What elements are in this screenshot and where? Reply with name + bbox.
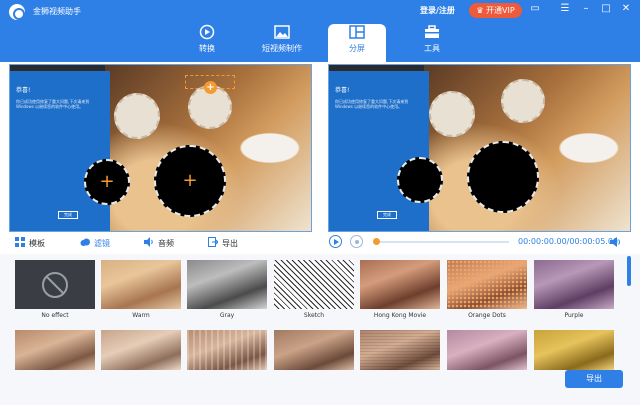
filter-label: Sketch bbox=[303, 312, 325, 319]
export-tab[interactable]: 导出 bbox=[208, 237, 238, 249]
filter-label: Gray bbox=[219, 312, 235, 319]
screen-overlay: 恭喜! 你已成功使用修复了重大问题,下次请来到 Windows 以继续您的软件中… bbox=[329, 71, 429, 231]
chat-icon[interactable]: ▭ bbox=[529, 3, 541, 15]
overlay-title: 恭喜! bbox=[335, 87, 350, 94]
mask-circle bbox=[429, 91, 475, 137]
cloud-icon bbox=[80, 238, 90, 246]
app-logo-icon bbox=[9, 4, 25, 20]
vip-label: 开通VIP bbox=[486, 6, 515, 15]
overlay-title: 恭喜! bbox=[16, 87, 31, 94]
mask-circle bbox=[501, 79, 545, 123]
filter-thumb-sketch[interactable] bbox=[274, 260, 354, 309]
tab-split-screen[interactable]: 分屏 bbox=[328, 24, 386, 62]
mask-circle bbox=[397, 157, 443, 203]
filter-label: No effect bbox=[41, 312, 69, 319]
maximize-icon[interactable]: □ bbox=[600, 3, 612, 15]
filter-label: Warm bbox=[132, 312, 150, 319]
filter-thumb-hong-kong-movie[interactable] bbox=[360, 260, 440, 309]
audio-tab[interactable]: 音频 bbox=[144, 237, 174, 249]
mask-circle[interactable]: + bbox=[154, 145, 226, 217]
minimize-icon[interactable]: – bbox=[580, 3, 592, 15]
progress-handle[interactable] bbox=[373, 238, 380, 245]
tab-short-video[interactable]: 短视频制作 bbox=[247, 24, 317, 62]
close-icon[interactable]: ✕ bbox=[620, 3, 632, 15]
split-screen-icon bbox=[349, 25, 365, 39]
mask-circle bbox=[467, 141, 539, 213]
menu-icon[interactable]: ☰ bbox=[559, 3, 571, 15]
tab-label: 工具 bbox=[424, 44, 440, 53]
mask-circle[interactable]: + bbox=[84, 159, 130, 205]
export-icon bbox=[208, 237, 218, 247]
overlay-body: 你已成功使用修复了重大问题,下次请来到 Windows 以继续您的软件中心使用。 bbox=[335, 99, 409, 109]
filter-thumb[interactable] bbox=[360, 330, 440, 370]
volume-icon[interactable] bbox=[610, 236, 622, 248]
tab-label: 分屏 bbox=[349, 44, 365, 53]
left-preview-pane[interactable]: 恭喜! 你已成功使用修复了重大问题,下次请来到 Windows 以继续您的软件中… bbox=[9, 64, 312, 232]
filter-label: Orange Dots bbox=[468, 312, 506, 319]
filter-thumb[interactable] bbox=[534, 330, 614, 370]
overlay-button: 完成 bbox=[58, 211, 78, 219]
tab-label: 转换 bbox=[199, 44, 215, 53]
filter-thumb[interactable] bbox=[187, 330, 267, 370]
login-link[interactable]: 登录/注册 bbox=[420, 5, 455, 16]
add-icon[interactable]: + bbox=[204, 81, 217, 94]
stop-button[interactable] bbox=[350, 235, 363, 248]
template-tab[interactable]: 模板 bbox=[15, 237, 45, 249]
filter-thumb[interactable] bbox=[15, 330, 95, 370]
overlay-body: 你已成功使用修复了重大问题,下次请来到 Windows 以继续您的软件中心使用。 bbox=[16, 99, 90, 109]
template-label: 模板 bbox=[29, 239, 45, 248]
app-title: 金狮视频助手 bbox=[33, 7, 81, 16]
image-icon bbox=[274, 25, 290, 39]
export-label: 导出 bbox=[222, 239, 238, 248]
filter-thumb-no-effect[interactable] bbox=[15, 260, 95, 309]
vip-button[interactable]: ♛ 开通VIP bbox=[469, 3, 522, 18]
filter-label: Hong Kong Movie bbox=[373, 312, 427, 319]
speaker-icon bbox=[144, 237, 153, 247]
tab-tools[interactable]: 工具 bbox=[397, 24, 467, 62]
title-bar: 金狮视频助手 登录/注册 ♛ 开通VIP ▭ ☰ – □ ✕ 转换 短视频制作 … bbox=[0, 0, 640, 62]
filter-scrollbar[interactable] bbox=[627, 256, 631, 286]
tab-label: 短视频制作 bbox=[262, 44, 302, 53]
mask-circle[interactable] bbox=[114, 93, 160, 139]
tab-convert[interactable]: 转换 bbox=[172, 24, 242, 62]
audio-label: 音频 bbox=[158, 239, 174, 248]
play-button[interactable] bbox=[329, 235, 342, 248]
filter-thumb[interactable] bbox=[101, 330, 181, 370]
filter-thumb-purple[interactable] bbox=[534, 260, 614, 309]
filter-tab[interactable]: 滤镜 bbox=[80, 237, 110, 249]
time-display: 00:00:00.00/00:00:05.00 bbox=[518, 237, 618, 246]
filter-thumb[interactable] bbox=[274, 330, 354, 370]
filter-label: Purple bbox=[564, 312, 584, 319]
add-icon: + bbox=[182, 170, 198, 191]
toolbox-icon bbox=[425, 25, 439, 38]
progress-track[interactable] bbox=[374, 241, 509, 243]
no-effect-icon bbox=[42, 272, 68, 298]
overlay-button: 完成 bbox=[377, 211, 397, 219]
export-button[interactable]: 导出 bbox=[565, 370, 623, 388]
filter-thumb-orange-dots[interactable] bbox=[447, 260, 527, 309]
filter-thumb[interactable] bbox=[447, 330, 527, 370]
filter-label: 滤镜 bbox=[94, 239, 110, 248]
convert-icon bbox=[199, 24, 215, 40]
right-preview-pane: 恭喜! 你已成功使用修复了重大问题,下次请来到 Windows 以继续您的软件中… bbox=[328, 64, 631, 232]
grid-icon bbox=[15, 237, 25, 247]
screen-overlay: 恭喜! 你已成功使用修复了重大问题,下次请来到 Windows 以继续您的软件中… bbox=[10, 71, 110, 231]
filter-thumb-gray[interactable] bbox=[187, 260, 267, 309]
crown-icon: ♛ bbox=[476, 6, 487, 15]
add-icon: + bbox=[99, 171, 115, 192]
filter-thumb-warm[interactable] bbox=[101, 260, 181, 309]
